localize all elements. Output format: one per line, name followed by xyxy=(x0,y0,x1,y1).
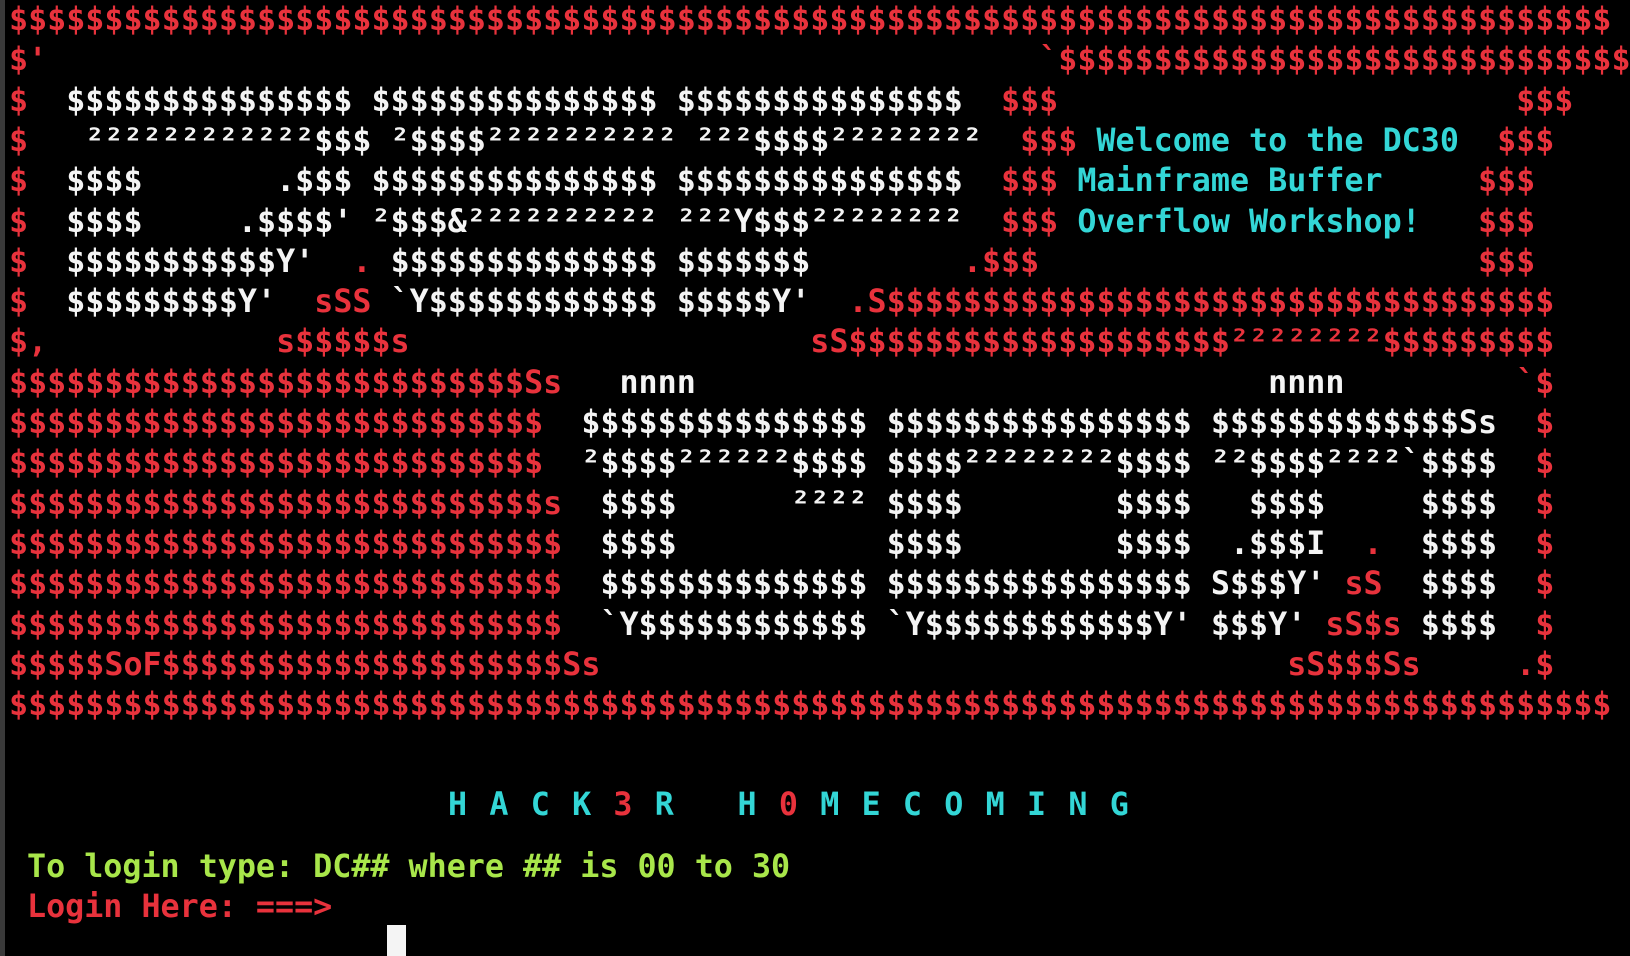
ascii-art-segment: ²²²²²²²²²²²²$$$ ²$$$$²²²²²²²²²² ²²²$$$$²… xyxy=(66,122,1021,159)
ascii-art-segment: sSS xyxy=(314,284,391,321)
ascii-art-segment: $$$$$$$$$$$Y' xyxy=(66,243,353,280)
ascii-art-segment: $$$$$SoF$$$$$$$$$$$$$$$$$$$$$Ss sS$$$Ss … xyxy=(9,646,1555,683)
ascii-art-segment: sS$s xyxy=(1325,606,1421,643)
login-input[interactable] xyxy=(355,916,1595,956)
ascii-art-segment: nnnn nnnn xyxy=(619,364,1517,401)
ascii-art-segment: $$$$ xyxy=(1420,566,1536,603)
ascii-art-segment: `Y$$$$$$$$$$$$ $$$$$Y' xyxy=(390,284,849,321)
ascii-art-segment: $$$$$$$$$$$$$$$$$$$$$$$$$$$$ xyxy=(9,445,582,482)
ascii-art-segment: $$$$$$$$$$$$$$ $$$$$$$ xyxy=(390,243,963,280)
ascii-art-segment: $$$$$$$$$$$$$$$$$$$$$$$$$$$$$ xyxy=(9,525,601,562)
ascii-art-segment: $$$ xyxy=(1001,203,1078,240)
ascii-art-segment: $$$$$$$$$$$$$$$$$$$$$$$$$$$$ xyxy=(9,405,582,441)
ascii-art-line: $$$$$$$$$$$$$$$$$$$$$$$$$$$$$ $$$$$$$$$$… xyxy=(9,563,1554,605)
ascii-art-segment: $' `$$$$$$$$$$$$$$$$$$$$$$$$$$$$$$ xyxy=(9,42,1630,79)
ascii-art-segment: $$$ xyxy=(1477,163,1536,200)
ascii-art-segment: $$$$$$$$$$$$$$ $$$$$$$$$$$$$$$$ S$$$Y' xyxy=(600,566,1345,603)
ascii-art-segment: $$$$ $$$$ $$$$ .$$$I xyxy=(600,525,1364,562)
ascii-art-segment: $ xyxy=(1535,566,1555,603)
ascii-art-line: $$$$$$$$$$$$$$$$$$$$$$$$$$$$ $$$$$$$$$$$… xyxy=(9,402,1554,444)
banner-segment: H A C K xyxy=(448,787,614,823)
ascii-art-line: $ $$$$$$$$$$$Y' . $$$$$$$$$$$$$$ $$$$$$$… xyxy=(9,241,1535,283)
ascii-art-line: $' `$$$$$$$$$$$$$$$$$$$$$$$$$$$$$$ xyxy=(9,39,1630,81)
ascii-art-segment: ²$$$$²²²²²²$$$$ $$$$²²²²²²²²$$$$ ²²$$$$²… xyxy=(581,445,1536,482)
ascii-art-segment: $$$$$$$$$$$$$$$ $$$$$$$$$$$$$$$$ $$$$$$$… xyxy=(581,405,1536,441)
ascii-art-segment: $ xyxy=(1535,606,1555,643)
ascii-art-segment: $ xyxy=(9,122,67,159)
ascii-art-segment: $ xyxy=(9,243,67,280)
ascii-art-segment: $ xyxy=(1535,485,1555,522)
ascii-art-line: $$$$$SoF$$$$$$$$$$$$$$$$$$$$$Ss sS$$$Ss … xyxy=(9,644,1554,686)
login-instruction: To login type: DC## where ## is 00 to 30 xyxy=(27,849,791,885)
ascii-art-line: $ $$$$ .$$$ $$$$$$$$$$$$$$$ $$$$$$$$$$$$… xyxy=(9,160,1535,202)
ascii-art-segment: $$$$ ²²²² $$$$ $$$$ $$$$ $$$$ xyxy=(600,485,1536,522)
ascii-art-segment: $, s$$$$$s sS$$$$$$$$$$$$$$$$$$$$²²²²²²²… xyxy=(9,324,1555,361)
ascii-art-segment: $$$ xyxy=(1020,122,1097,159)
ascii-art-segment: $$$$$$$$$$$$$$$ $$$$$$$$$$$$$$$ $$$$$$$$… xyxy=(66,82,1002,119)
ascii-art-segment: $$$$$$$$$$$$$$$$$$$$$$$$$$$$$$$$$$$$$$$$… xyxy=(9,687,1612,724)
ascii-art-segment: `$ xyxy=(1516,364,1555,401)
ascii-art-line: $ $$$$$$$$$$$$$$$ $$$$$$$$$$$$$$$ $$$$$$… xyxy=(9,80,1573,122)
banner-segment: 0 xyxy=(778,787,800,823)
ascii-art-segment: $$$$$$$$$$$$$$$$$$$$$$$$$$$Ss xyxy=(9,364,620,401)
ascii-art-segment: $ xyxy=(9,163,67,200)
ascii-art-segment: $$$$$$$$$$$$$$$$$$$$$$$$$$$$$$$$$$$$$$$$… xyxy=(9,2,1612,38)
ascii-art-segment: $$$ xyxy=(1001,163,1078,200)
ascii-art-segment: `Y$$$$$$$$$$$$ `Y$$$$$$$$$$$$Y' $$$Y' xyxy=(600,606,1326,643)
ascii-art-segment: $ xyxy=(1535,525,1555,562)
ascii-art-segment: .S$$$$$$$$$$$$$$$$$$$$$$$$$$$$$$$$$$$ xyxy=(848,284,1555,321)
terminal-screen: $$$$$$$$$$$$$$$$$$$$$$$$$$$$$$$$$$$$$$$$… xyxy=(0,0,1630,956)
ascii-art-segment: . xyxy=(1363,525,1421,562)
ascii-art-line: $$$$$$$$$$$$$$$$$$$$$$$$$$$$$$$$$$$$$$$$… xyxy=(9,684,1612,726)
ascii-art-segment: $$$$$$$$$$$$$$$$$$$$$$$$$$$$$ xyxy=(9,566,601,603)
hacker-homecoming-banner: H A C K 3 R H 0 M E C O M I N G xyxy=(5,787,1630,845)
ascii-art-line: $ $$$$$$$$$Y' sSS `Y$$$$$$$$$$$$ $$$$$Y'… xyxy=(9,281,1554,323)
text-cursor xyxy=(387,925,406,956)
ascii-art-line: $$$$$$$$$$$$$$$$$$$$$$$$$$$$$$$$$$$$$$$$… xyxy=(9,0,1612,41)
ascii-art-line: $$$$$$$$$$$$$$$$$$$$$$$$$$$$$ $$$$ $$$$ … xyxy=(9,523,1554,565)
banner-segment: R H xyxy=(634,787,779,823)
ascii-art-segment: $$$ xyxy=(1497,122,1555,159)
ascii-art-line: $, s$$$$$s sS$$$$$$$$$$$$$$$$$$$$²²²²²²²… xyxy=(9,321,1554,363)
ascii-art-segment: Mainframe Buffer xyxy=(1077,163,1478,200)
ascii-art-segment: $$$$ xyxy=(1420,606,1536,643)
ascii-art-segment: $ xyxy=(1535,445,1555,482)
ascii-art-segment: $$$$$$$$$$$$$$$$$$$$$$$$$$$$s xyxy=(9,485,601,522)
ascii-art-segment: $$$ xyxy=(1477,203,1536,240)
ascii-art-segment: $$$$ xyxy=(1420,525,1536,562)
ascii-art-segment: $ xyxy=(1535,405,1555,441)
ascii-art-line: $ ²²²²²²²²²²²²$$$ ²$$$$²²²²²²²²²² ²²²$$$… xyxy=(9,120,1554,162)
ascii-art-line: $ $$$$ .$$$$' ²$$$&²²²²²²²²²² ²²²Y$$$²²²… xyxy=(9,201,1535,243)
ascii-art-segment: Welcome to the DC30 xyxy=(1096,122,1498,159)
ascii-art-line: $$$$$$$$$$$$$$$$$$$$$$$$$$$$ ²$$$$²²²²²²… xyxy=(9,442,1554,484)
ascii-art-line: $$$$$$$$$$$$$$$$$$$$$$$$$$$$s $$$$ ²²²² … xyxy=(9,483,1554,525)
ascii-art-segment: $ xyxy=(9,203,67,240)
ascii-art-segment: $$$$ .$$$$' ²$$$&²²²²²²²²²² ²²²Y$$$²²²²²… xyxy=(66,203,1002,240)
ascii-art-segment: .$$$ $$$ xyxy=(962,243,1536,280)
ascii-art-segment: $$$$$$$$$Y' xyxy=(66,284,315,321)
ascii-art-segment: $ xyxy=(9,284,67,321)
ascii-art-segment: $ xyxy=(9,82,67,119)
banner-segment: M E C O M I N G xyxy=(799,787,1131,823)
ascii-art-segment: $$$ $$$ xyxy=(1001,82,1574,119)
ascii-art-segment: $$$$ .$$$ $$$$$$$$$$$$$$$ $$$$$$$$$$$$$$… xyxy=(66,163,1002,200)
login-prompt-label: Login Here: ===> xyxy=(27,889,333,925)
ascii-art-segment: Overflow Workshop! xyxy=(1077,203,1478,240)
banner-segment: 3 xyxy=(613,787,635,823)
ascii-art-segment: $$$$$$$$$$$$$$$$$$$$$$$$$$$$$ xyxy=(9,606,601,643)
ascii-art-segment: . xyxy=(352,243,391,280)
ascii-art-line: $$$$$$$$$$$$$$$$$$$$$$$$$$$Ss nnnn nnnn … xyxy=(9,362,1554,404)
ascii-art-line: $$$$$$$$$$$$$$$$$$$$$$$$$$$$$ `Y$$$$$$$$… xyxy=(9,604,1554,646)
ascii-art-segment: sS xyxy=(1344,566,1421,603)
